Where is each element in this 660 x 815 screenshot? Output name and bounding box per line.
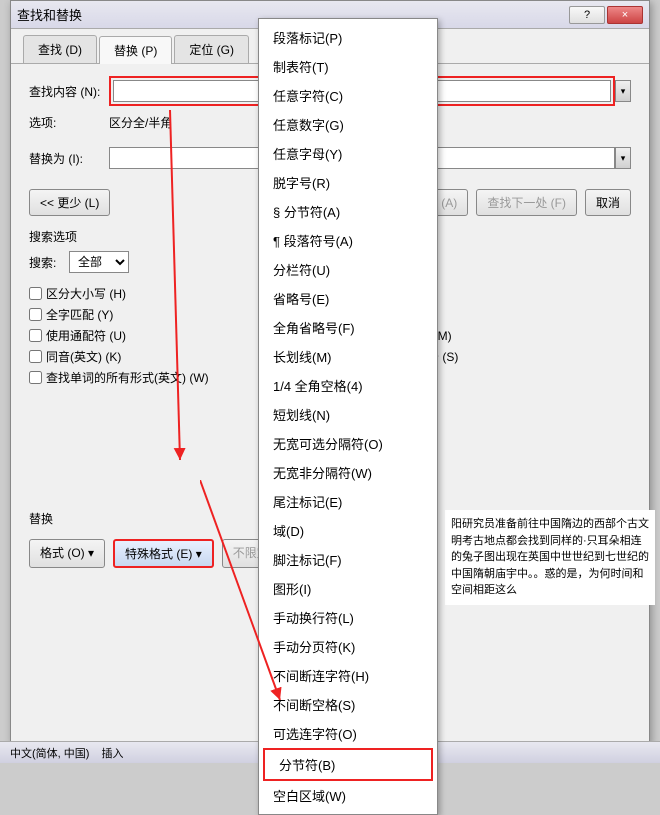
menu-item-20[interactable]: 手动换行符(L) [259, 603, 437, 632]
menu-item-16[interactable]: 尾注标记(E) [259, 487, 437, 516]
special-format-button[interactable]: 特殊格式 (E) ▾ [113, 539, 214, 568]
options-label: 选项: [29, 114, 109, 131]
less-button[interactable]: << 更少 (L) [29, 189, 110, 216]
menu-item-17[interactable]: 域(D) [259, 516, 437, 545]
format-button[interactable]: 格式 (O) ▾ [29, 539, 105, 568]
find-next-button[interactable]: 查找下一处 (F) [476, 189, 577, 216]
menu-item-10[interactable]: 全角省略号(F) [259, 313, 437, 342]
cancel-button[interactable]: 取消 [585, 189, 631, 216]
close-button[interactable]: × [607, 6, 643, 24]
checkbox-left-4[interactable] [29, 371, 42, 384]
menu-item-5[interactable]: 脱字号(R) [259, 168, 437, 197]
menu-item-11[interactable]: 长划线(M) [259, 342, 437, 371]
help-button[interactable]: ? [569, 6, 605, 24]
tab-goto[interactable]: 定位 (G) [174, 35, 249, 63]
document-background-text: 阳研究员准备前往中国隋边的西部个古文明考古地点都会找到同样的·只耳朵相连的兔子图… [445, 510, 655, 605]
status-mode[interactable]: 插入 [101, 745, 123, 761]
special-format-menu: 段落标记(P)制表符(T)任意字符(C)任意数字(G)任意字母(Y)脱字号(R)… [258, 18, 438, 815]
search-direction-select[interactable]: 全部 [69, 251, 129, 273]
menu-item-26[interactable]: 空白区域(W) [259, 781, 437, 810]
menu-item-1[interactable]: 制表符(T) [259, 52, 437, 81]
menu-item-18[interactable]: 脚注标记(F) [259, 545, 437, 574]
find-label: 查找内容 (N): [29, 83, 109, 100]
checkbox-left-3[interactable] [29, 350, 42, 363]
tab-find[interactable]: 查找 (D) [23, 35, 97, 63]
options-value: 区分全/半角 [109, 114, 172, 131]
menu-item-3[interactable]: 任意数字(G) [259, 110, 437, 139]
menu-item-13[interactable]: 短划线(N) [259, 400, 437, 429]
menu-item-24[interactable]: 可选连字符(O) [259, 719, 437, 748]
menu-item-14[interactable]: 无宽可选分隔符(O) [259, 429, 437, 458]
menu-item-21[interactable]: 手动分页符(K) [259, 632, 437, 661]
menu-item-9[interactable]: 省略号(E) [259, 284, 437, 313]
replace-dropdown-icon[interactable]: ▾ [615, 147, 631, 169]
menu-item-22[interactable]: 不间断连字符(H) [259, 661, 437, 690]
checkbox-left-1[interactable] [29, 308, 42, 321]
menu-item-7[interactable]: ¶ 段落符号(A) [259, 226, 437, 255]
menu-item-12[interactable]: 1/4 全角空格(4) [259, 371, 437, 400]
menu-item-19[interactable]: 图形(I) [259, 574, 437, 603]
search-direction-label: 搜索: [29, 254, 69, 271]
menu-item-0[interactable]: 段落标记(P) [259, 23, 437, 52]
menu-item-6[interactable]: § 分节符(A) [259, 197, 437, 226]
replace-label: 替换为 (I): [29, 150, 109, 167]
status-language[interactable]: 中文(简体, 中国) [10, 745, 89, 761]
menu-item-4[interactable]: 任意字母(Y) [259, 139, 437, 168]
menu-item-15[interactable]: 无宽非分隔符(W) [259, 458, 437, 487]
menu-item-2[interactable]: 任意字符(C) [259, 81, 437, 110]
tab-replace[interactable]: 替换 (P) [99, 36, 172, 64]
checkbox-left-2[interactable] [29, 329, 42, 342]
find-dropdown-icon[interactable]: ▾ [615, 80, 631, 102]
menu-item-25[interactable]: 分节符(B) [263, 748, 433, 781]
menu-item-23[interactable]: 不间断空格(S) [259, 690, 437, 719]
menu-item-8[interactable]: 分栏符(U) [259, 255, 437, 284]
checkbox-left-0[interactable] [29, 287, 42, 300]
